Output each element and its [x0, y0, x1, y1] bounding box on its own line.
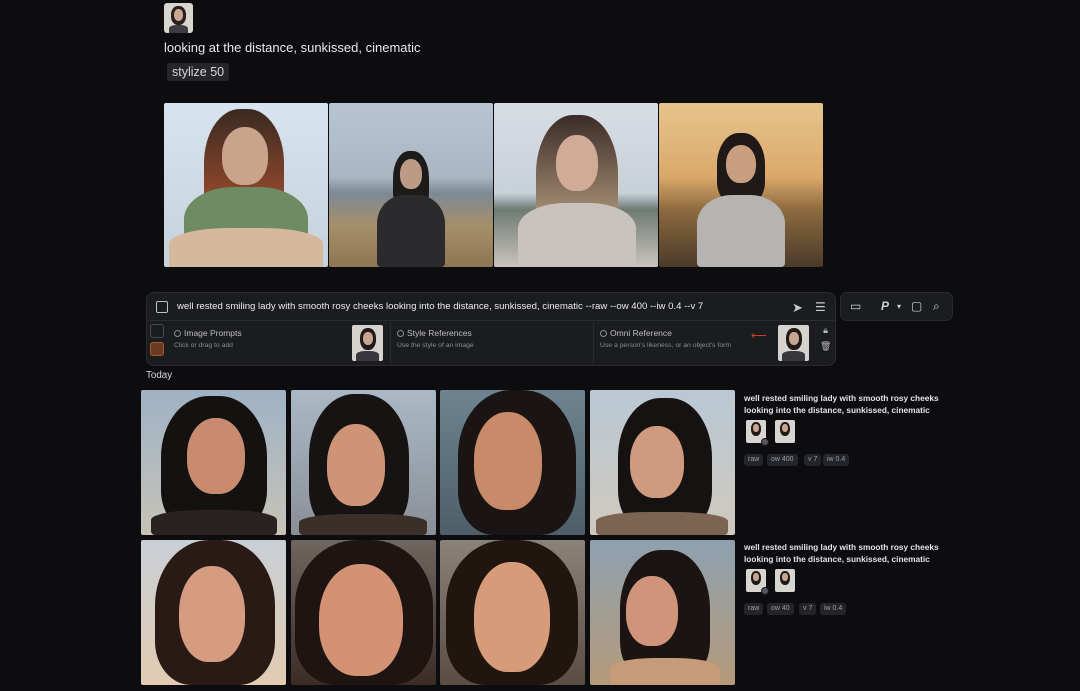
generated-image-2[interactable] [329, 103, 493, 267]
job-1-prompt[interactable]: well rested smiling lady with smooth ros… [744, 393, 964, 416]
result-image-2-3[interactable] [440, 540, 585, 685]
job-2-chip-version[interactable]: v 7 [799, 603, 817, 615]
image-prompt-icon [174, 330, 181, 337]
secondary-toolbar: ▭ P ▾ ▢ ⌕ [840, 292, 953, 321]
trash-icon[interactable]: 🗑︎ [820, 341, 831, 352]
image-prompts-title: Image Prompts [184, 328, 242, 338]
job-2-prompt[interactable]: well rested smiling lady with smooth ros… [744, 542, 964, 565]
section-label-today: Today [146, 370, 173, 381]
omni-reference-thumbnail[interactable] [778, 325, 809, 361]
send-icon[interactable]: ➤ [792, 300, 803, 316]
job-2-reference-thumbnail-2[interactable] [775, 569, 795, 592]
omni-badge-icon [761, 587, 769, 595]
stylize-chip[interactable]: stylize 50 [167, 63, 230, 81]
chevron-down-icon[interactable]: ▾ [897, 302, 901, 311]
image-prompts-dropzone[interactable]: Image Prompts Click or drag to add [168, 322, 390, 366]
generated-image-1[interactable] [164, 103, 328, 267]
prompt-input[interactable]: well rested smiling lady with smooth ros… [177, 301, 703, 312]
job-1-reference-thumbnail-2[interactable] [775, 420, 795, 443]
arrow-left-annotation-icon: ⟵ [751, 330, 767, 342]
result-image-1-4[interactable] [590, 390, 735, 535]
style-references-subtitle: Use the style of an image [397, 342, 474, 349]
result-image-1-2[interactable] [291, 390, 436, 535]
style-references-title: Style References [407, 328, 472, 338]
folder-icon[interactable]: ▭ [850, 299, 861, 313]
result-image-2-1[interactable] [141, 540, 286, 685]
result-image-2-2[interactable] [291, 540, 436, 685]
style-reference-icon [397, 330, 404, 337]
image-mode-button[interactable] [150, 324, 164, 338]
omni-reference-subtitle: Use a person's likeness, or an object's … [600, 342, 732, 349]
personalize-p-icon[interactable]: P [881, 299, 889, 313]
omni-reference-title: Omni Reference [610, 328, 672, 338]
omni-reference-dropzone[interactable]: Omni Reference Use a person's likeness, … [594, 322, 816, 366]
job-2-chip-raw[interactable]: raw [744, 603, 764, 615]
lock-icon[interactable]: 🔒︎ [820, 325, 831, 336]
prompt-row: well rested smiling lady with smooth ros… [147, 293, 835, 321]
settings-sliders-icon[interactable]: ☰ [815, 300, 826, 314]
omni-badge-icon [761, 438, 769, 446]
edit-prompt-icon[interactable] [156, 301, 168, 313]
result-image-2-4[interactable] [590, 540, 735, 685]
image-prompt-thumbnail[interactable] [352, 325, 383, 361]
image-prompts-subtitle: Click or drag to add [174, 342, 233, 349]
job-2-chip-ow[interactable]: ow 40 [767, 603, 794, 615]
reference-thumbnail[interactable] [164, 3, 193, 33]
generated-image-3[interactable] [494, 103, 658, 267]
generated-image-4[interactable] [659, 103, 823, 267]
result-image-1-3[interactable] [440, 390, 585, 535]
video-mode-button[interactable] [150, 342, 164, 356]
job-2-chip-iw[interactable]: iw 0.4 [820, 603, 847, 615]
chat-icon[interactable]: ▢ [911, 299, 922, 313]
job-1-chip-version[interactable]: v 7 [804, 454, 822, 466]
search-icon[interactable]: ⌕ [933, 299, 940, 314]
style-references-dropzone[interactable]: Style References Use the style of an ima… [391, 322, 593, 366]
job-1-chip-ow[interactable]: ow 400 [767, 454, 798, 466]
result-image-1-1[interactable] [141, 390, 286, 535]
previous-prompt-text: looking at the distance, sunkissed, cine… [164, 40, 421, 55]
job-1-chip-raw[interactable]: raw [744, 454, 764, 466]
omni-reference-icon [600, 330, 607, 337]
job-1-chip-iw[interactable]: iw 0.4 [823, 454, 850, 466]
